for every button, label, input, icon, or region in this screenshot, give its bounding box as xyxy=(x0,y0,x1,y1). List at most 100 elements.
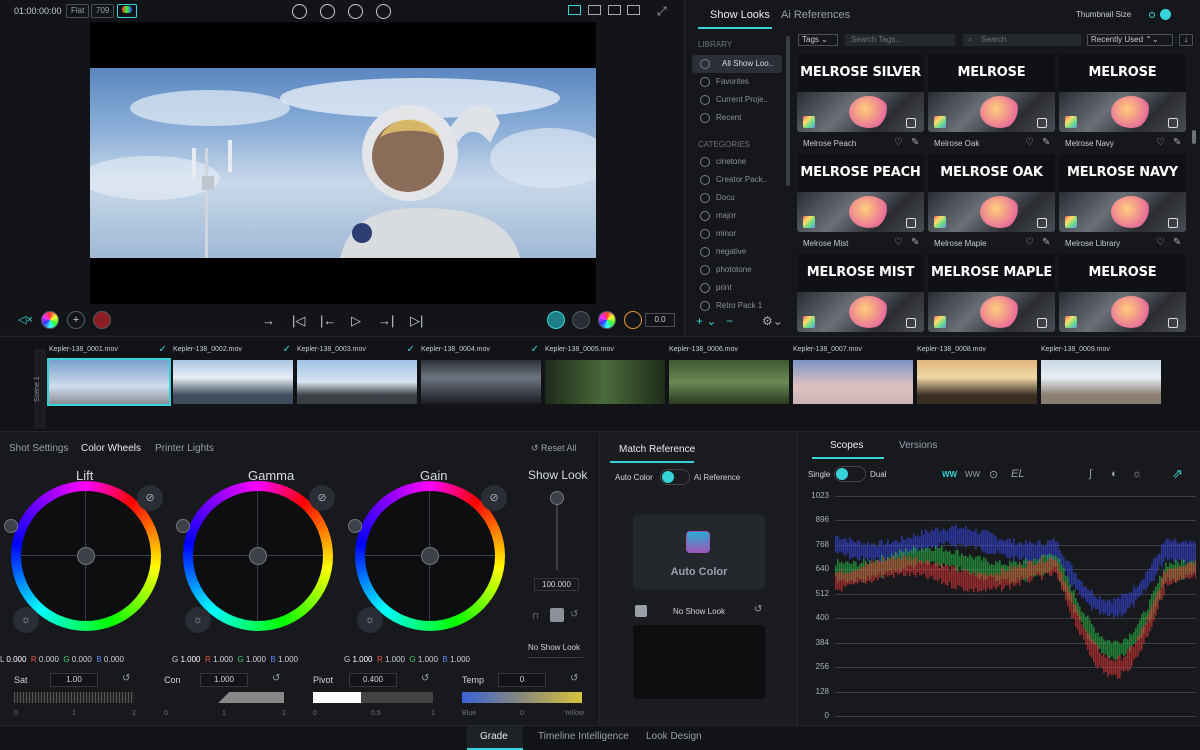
tab-color-wheels[interactable]: Color Wheels xyxy=(81,443,141,454)
timeline-clip[interactable]: Kepler-138_0001.mov ✓ xyxy=(47,344,171,406)
color-mode-icon[interactable] xyxy=(117,4,137,18)
reset-look-icon[interactable]: ↺ xyxy=(570,609,578,620)
next-clip-icon[interactable]: ▷| xyxy=(410,313,423,329)
sun-icon[interactable] xyxy=(348,4,363,19)
target-icon[interactable] xyxy=(624,311,642,329)
reset-icon[interactable]: ↺ xyxy=(754,604,762,615)
jump-forward-icon[interactable]: → xyxy=(262,313,275,328)
look-thumbnail[interactable]: MELROSE LIBRARY xyxy=(1059,254,1186,332)
category-item[interactable]: print xyxy=(686,279,776,297)
circle-filled-icon[interactable] xyxy=(320,4,335,19)
auto-color-button[interactable]: Auto Color xyxy=(633,515,765,589)
sort-dropdown[interactable]: Recently Used ⌃⌄ xyxy=(1087,34,1173,46)
record-icon[interactable] xyxy=(93,311,111,329)
tab-grade[interactable]: Grade xyxy=(480,731,508,742)
disable-wheel-icon[interactable]: ⊘ xyxy=(481,485,507,511)
vectorscope-icon[interactable]: ⊙ xyxy=(989,468,998,481)
disable-wheel-icon[interactable]: ⊘ xyxy=(137,485,163,511)
wheel-knob[interactable] xyxy=(249,547,267,565)
look-thumbnail[interactable]: MELROSE PEACH xyxy=(797,154,924,232)
jump-start-icon[interactable]: |← xyxy=(320,313,336,328)
single-dual-toggle[interactable] xyxy=(834,466,866,482)
timeline-clip[interactable]: Kepler-138_0004.mov ✓ xyxy=(421,344,541,404)
zoom-value[interactable]: 0.0 xyxy=(645,313,675,327)
sort-direction-icon[interactable]: ↓ xyxy=(1179,34,1193,46)
master-knob[interactable] xyxy=(348,519,362,533)
look-thumbnail[interactable]: MELROSE SHINGLE xyxy=(928,54,1055,132)
favorite-icon[interactable]: ♡ xyxy=(1156,237,1165,248)
disable-wheel-icon[interactable]: ⊘ xyxy=(309,485,335,511)
cube-icon[interactable] xyxy=(550,608,564,622)
grid-scrollbar[interactable] xyxy=(1192,130,1196,144)
favorite-icon[interactable]: ♡ xyxy=(894,137,903,148)
reset-icon[interactable]: ↺ xyxy=(272,673,280,684)
slider-track[interactable] xyxy=(462,692,582,703)
reference-preview[interactable] xyxy=(633,625,765,699)
waveform-icon[interactable]: WW xyxy=(942,470,957,479)
timeline-clip[interactable]: Kepler-138_0002.mov ✓ xyxy=(173,344,293,404)
edit-icon[interactable]: ✎ xyxy=(911,137,919,148)
stack-icon[interactable] xyxy=(572,311,590,329)
tab-timeline-intelligence[interactable]: Timeline Intelligence xyxy=(538,731,629,742)
master-knob[interactable] xyxy=(176,519,190,533)
large-thumb-icon[interactable] xyxy=(1160,9,1171,20)
color-picker-icon[interactable] xyxy=(41,311,59,329)
edit-icon[interactable]: ✎ xyxy=(1173,137,1181,148)
reset-icon[interactable]: ↺ xyxy=(122,673,130,684)
reset-all-button[interactable]: ↺ Reset All xyxy=(531,443,577,454)
tab-ai-references[interactable]: Ai References xyxy=(781,9,850,21)
el-icon[interactable]: EL xyxy=(1011,468,1024,480)
show-look-slider-handle[interactable] xyxy=(550,491,564,505)
search-tags-input[interactable]: Search Tags... xyxy=(845,34,955,46)
category-item[interactable]: phototone xyxy=(686,261,776,279)
favorite-icon[interactable]: ♡ xyxy=(894,237,903,248)
rec709-toggle[interactable]: 709 xyxy=(91,4,115,18)
settings-icon[interactable]: ⚙⌄ xyxy=(762,314,783,328)
add-icon[interactable]: + xyxy=(67,311,85,329)
sidebar-item-recent[interactable]: Recent xyxy=(686,109,776,127)
tab-versions[interactable]: Versions xyxy=(899,440,937,451)
category-item[interactable]: negative xyxy=(686,243,776,261)
flat-toggle[interactable]: Flat xyxy=(66,4,90,18)
timeline-clip[interactable]: Kepler-138_0008.mov xyxy=(917,346,1037,404)
tab-scopes[interactable]: Scopes xyxy=(830,440,863,451)
search-input[interactable]: ⌕ Search xyxy=(963,34,1081,46)
look-thumbnail[interactable]: MELROSE MAPLE xyxy=(928,254,1055,332)
grid-view-icon[interactable] xyxy=(627,5,640,15)
tab-shot-settings[interactable]: Shot Settings xyxy=(9,443,68,454)
slider-track[interactable] xyxy=(164,692,284,703)
add-category-icon[interactable]: + ⌄ xyxy=(696,314,716,328)
category-item[interactable]: Docu xyxy=(686,189,776,207)
favorite-icon[interactable]: ♡ xyxy=(1025,237,1034,248)
timeline-clip[interactable]: Kepler-138_0005.mov xyxy=(545,346,665,404)
favorite-icon[interactable]: ♡ xyxy=(1156,137,1165,148)
edit-icon[interactable]: ✎ xyxy=(1173,237,1181,248)
timeline-clip[interactable]: Kepler-138_0009.mov xyxy=(1041,346,1161,404)
tab-printer-lights[interactable]: Printer Lights xyxy=(155,443,214,454)
fullscreen-icon[interactable]: ⤢ xyxy=(657,4,667,19)
moon-icon[interactable] xyxy=(376,4,391,19)
look-thumbnail[interactable]: MELROSE SILVER xyxy=(797,54,924,132)
category-item[interactable]: Creator Pack.. xyxy=(686,171,776,189)
lock-icon[interactable]: ⊓ xyxy=(532,611,539,622)
category-item[interactable]: minor xyxy=(686,225,776,243)
slider-track[interactable] xyxy=(14,692,134,703)
reset-wheel-icon[interactable]: ☼ xyxy=(185,607,211,633)
parade-icon[interactable]: WW xyxy=(965,470,980,479)
slider-value[interactable]: 1.00 xyxy=(50,673,98,687)
favorite-icon[interactable]: ♡ xyxy=(1025,137,1034,148)
split-view-icon[interactable] xyxy=(588,5,601,15)
timeline-clip[interactable]: Kepler-138_0003.mov ✓ xyxy=(297,344,417,404)
look-thumbnail[interactable]: MELROSE OAK xyxy=(928,154,1055,232)
tab-show-looks[interactable]: Show Looks xyxy=(710,9,770,21)
popout-icon[interactable]: ⇗ xyxy=(1172,466,1183,482)
show-look-slider-track[interactable] xyxy=(556,495,558,570)
category-item[interactable]: cinetone xyxy=(686,153,776,171)
edit-icon[interactable]: ✎ xyxy=(1042,237,1050,248)
jump-end-icon[interactable]: →| xyxy=(378,313,394,328)
timeline-clip[interactable]: Kepler-138_0007.mov xyxy=(793,346,913,404)
category-item[interactable]: Retro Pack 1 xyxy=(686,297,776,315)
sidebar-item-all[interactable]: All Show Loo.. xyxy=(692,55,782,73)
auto-color-toggle[interactable] xyxy=(660,469,690,485)
sidebar-item-current-project[interactable]: Current Proje.. xyxy=(686,91,776,109)
